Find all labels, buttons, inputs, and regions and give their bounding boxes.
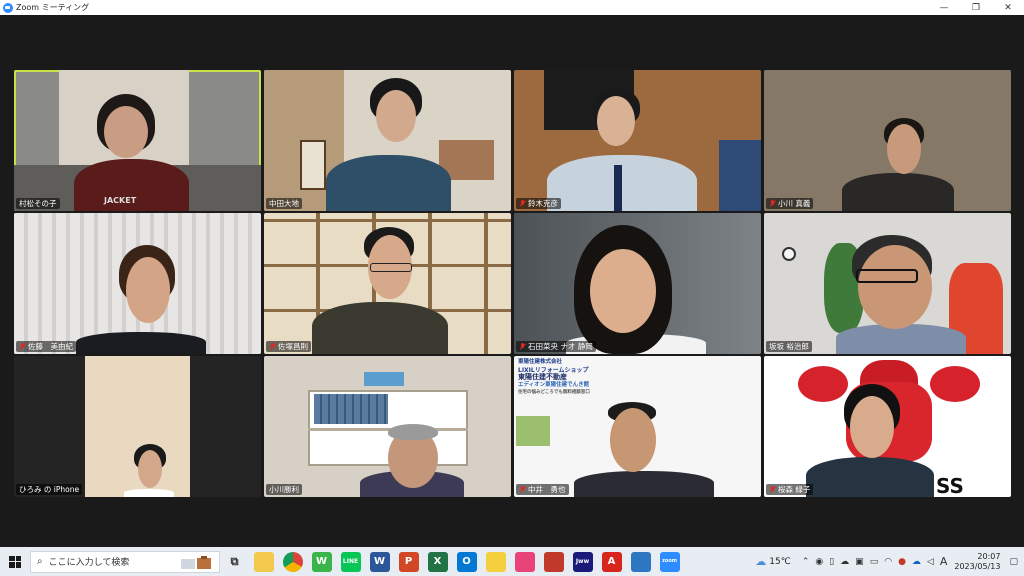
mic-muted-icon — [519, 199, 526, 208]
participant-name: 佐塚昌則 — [266, 341, 311, 352]
taskbar: ⌕ ここに入力して検索 ⧉ W LINE W P X O Jww A zoom … — [0, 547, 1024, 576]
line-icon[interactable]: LINE — [340, 551, 361, 572]
company-line-1: 東陽住建株式会社 — [518, 359, 563, 365]
close-button[interactable]: ✕ — [992, 0, 1024, 15]
notification-icon[interactable]: ▢ — [1009, 557, 1018, 567]
video-tile[interactable]: 東陽住建株式会社 LIXILリフォームショップ 東陽住建不動産 エディオン東陽住… — [514, 356, 761, 497]
participant-name: 村松その子 — [16, 198, 60, 209]
start-button[interactable] — [0, 547, 30, 576]
video-tile[interactable]: 佐塚昌則 — [264, 213, 511, 354]
mic-muted-icon — [519, 485, 526, 494]
video-tile[interactable]: JACKET 村松その子 — [14, 70, 261, 211]
video-tile[interactable]: SS 桜森 緑子 — [764, 356, 1011, 497]
onedrive-icon[interactable]: ☁ — [912, 557, 921, 567]
window-titlebar: Zoom ミーティング — ❐ ✕ — [0, 0, 1024, 15]
app-w-icon[interactable]: W — [311, 551, 332, 572]
camera-icon[interactable]: ▣ — [855, 557, 864, 567]
clock-time: 20:07 — [977, 551, 1001, 561]
maximize-button[interactable]: ❐ — [960, 0, 992, 15]
participant-name: 桜森 緑子 — [766, 484, 814, 495]
ime-indicator[interactable]: A — [940, 555, 948, 568]
participant-name: 坂坂 裕治郎 — [766, 341, 812, 352]
search-highlight-icon — [179, 555, 213, 571]
system-tray: ☁ 15℃ ⌃ ◉ ▯ ☁ ▣ ▭ ◠ ● ☁ ◁ A 20:07 2023/0… — [752, 547, 1024, 576]
company-line-3: 東陽住建不動産 — [518, 373, 567, 381]
mic-muted-icon — [519, 342, 526, 351]
file-explorer-icon[interactable] — [253, 551, 274, 572]
video-tile[interactable]: 中田大地 — [264, 70, 511, 211]
temperature: 15℃ — [769, 556, 791, 567]
task-view-icon[interactable]: ⧉ — [225, 552, 245, 572]
excel-icon[interactable]: X — [427, 551, 448, 572]
powerpoint-icon[interactable]: P — [398, 551, 419, 572]
acrobat-icon[interactable]: A — [601, 551, 622, 572]
app-game-icon[interactable] — [543, 551, 564, 572]
participant-name: 小川 真義 — [766, 198, 814, 209]
security-icon[interactable]: ● — [898, 557, 906, 567]
video-tile[interactable]: 小川 真義 — [764, 70, 1011, 211]
word-icon[interactable]: W — [369, 551, 390, 572]
minimize-button[interactable]: — — [928, 0, 960, 15]
jw-cad-icon[interactable]: Jww — [572, 551, 593, 572]
shirt-print: JACKET — [104, 196, 137, 205]
app-pink-icon[interactable] — [514, 551, 535, 572]
mic-muted-icon — [19, 342, 26, 351]
gallery-view: JACKET 村松その子 中田大地 鈴木克彦 小川 真義 佐藤 美由紀 佐塚昌則… — [0, 15, 1024, 547]
zoom-taskbar-icon[interactable]: zoom — [659, 551, 680, 572]
zoom-logo-icon — [3, 2, 13, 13]
clock[interactable]: 20:07 2023/05/13 — [954, 552, 1000, 572]
sync-icon[interactable]: ◉ — [815, 557, 823, 567]
video-tile[interactable]: 坂坂 裕治郎 — [764, 213, 1011, 354]
battery-icon[interactable]: ▭ — [870, 557, 879, 567]
cloud-icon[interactable]: ☁ — [840, 557, 849, 567]
search-icon: ⌕ — [37, 556, 43, 567]
video-tile[interactable]: ひろみ の iPhone — [14, 356, 261, 497]
participant-name: 石田菜央 ナオ 静岡 — [516, 341, 596, 352]
windows-logo-icon — [9, 555, 21, 568]
participant-name: 中田大地 — [266, 198, 302, 209]
speaker-icon[interactable]: ◁ — [927, 557, 934, 567]
participant-name: 小川勝利 — [266, 484, 302, 495]
mic-muted-icon — [769, 199, 776, 208]
weather-icon[interactable]: ☁ — [755, 555, 766, 568]
show-hidden-icons-icon[interactable]: ⌃ — [802, 557, 810, 567]
search-placeholder: ここに入力して検索 — [48, 558, 130, 568]
video-tile[interactable]: 佐藤 美由紀 — [14, 213, 261, 354]
mic-muted-icon — [269, 342, 276, 351]
outlook-icon[interactable]: O — [456, 551, 477, 572]
logo-text: SS — [936, 474, 964, 497]
video-tile[interactable]: 石田菜央 ナオ 静岡 — [514, 213, 761, 354]
participant-name: 佐藤 美由紀 — [16, 341, 76, 352]
video-tile[interactable]: 小川勝利 — [264, 356, 511, 497]
participant-name: ひろみ の iPhone — [16, 484, 83, 495]
participant-name: 中井 勇也 — [516, 484, 569, 495]
wifi-icon[interactable]: ◠ — [884, 557, 892, 567]
mic-muted-icon — [769, 485, 776, 494]
photos-icon[interactable] — [630, 551, 651, 572]
participant-name: 鈴木克彦 — [516, 198, 561, 209]
chrome-icon[interactable] — [282, 551, 303, 572]
company-line-4: エディオン東陽住建でんき館 — [518, 381, 590, 388]
window-title: Zoom ミーティング — [16, 3, 90, 12]
company-line-5: 住宅の悩みどころでも無料相談窓口 — [518, 390, 590, 395]
taskbar-search-box[interactable]: ⌕ ここに入力して検索 — [30, 550, 220, 573]
app-cube-icon[interactable] — [485, 551, 506, 572]
usb-icon[interactable]: ▯ — [829, 557, 834, 567]
clock-date: 2023/05/13 — [954, 561, 1001, 571]
video-tile[interactable]: 鈴木克彦 — [514, 70, 761, 211]
